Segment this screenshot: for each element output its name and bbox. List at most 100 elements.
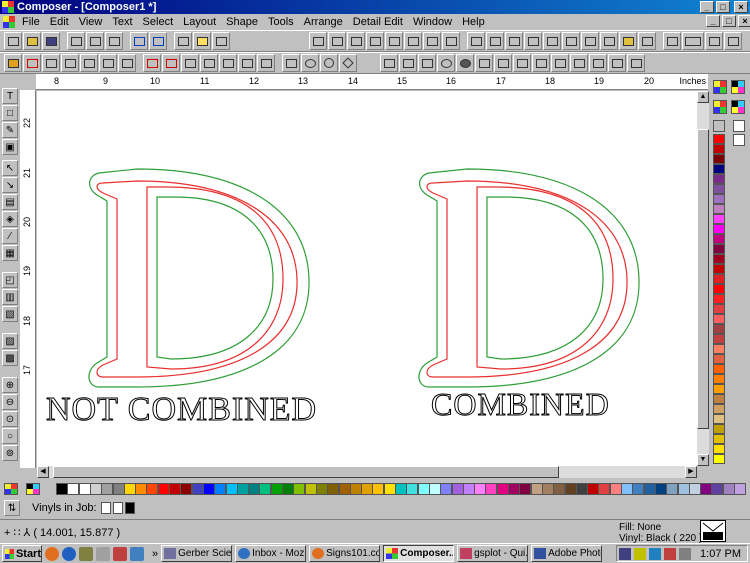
transform-button[interactable] <box>486 32 504 50</box>
align-top-button[interactable] <box>366 32 384 50</box>
palette-swatch[interactable] <box>417 483 430 495</box>
printer-tray-icon[interactable] <box>679 547 692 560</box>
vinyl-swatch[interactable] <box>112 502 123 514</box>
palette-swatch[interactable] <box>722 483 735 495</box>
horizontal-scroll-thumb[interactable] <box>53 466 559 478</box>
align-middle-button[interactable] <box>385 32 403 50</box>
minimize-button[interactable]: _ <box>700 1 714 13</box>
palette-swatch[interactable] <box>609 483 622 495</box>
palette-swatch[interactable] <box>270 483 283 495</box>
tools-shortcut-icon[interactable] <box>96 546 110 561</box>
palette-swatch[interactable] <box>713 134 725 144</box>
palette-swatch[interactable] <box>713 354 725 364</box>
doc-close-button[interactable]: × <box>738 15 750 27</box>
taskbar-item-signs101[interactable]: Signs101.co... <box>309 545 381 562</box>
target-button[interactable] <box>437 54 455 72</box>
bottom-palette-cmyk-icon[interactable] <box>26 483 40 495</box>
zoom-in-tool[interactable]: ⊕ <box>2 377 18 393</box>
palette-swatch[interactable] <box>713 304 725 314</box>
paste-button[interactable] <box>105 32 123 50</box>
redo-button[interactable] <box>149 32 167 50</box>
palette-swatch[interactable] <box>713 374 725 384</box>
effect-7-button[interactable] <box>532 54 550 72</box>
line-thick-button[interactable] <box>705 32 723 50</box>
text-tool[interactable]: T <box>2 88 18 104</box>
palette-swatch[interactable] <box>713 364 725 374</box>
left-d-inner-outline[interactable] <box>96 180 298 378</box>
record-button[interactable] <box>456 54 474 72</box>
palette-swatch[interactable] <box>383 483 396 495</box>
palette-swatch[interactable] <box>225 483 238 495</box>
caption-not-combined[interactable]: NOT COMBINED <box>45 391 317 429</box>
rotate-button[interactable] <box>505 32 523 50</box>
palette-swatch[interactable] <box>713 434 725 444</box>
texture-tool[interactable]: ▦ <box>2 245 18 261</box>
palette-swatch[interactable] <box>734 483 746 495</box>
effect-12-button[interactable] <box>627 54 645 72</box>
vertical-scrollbar[interactable]: ▲ ▼ <box>697 91 709 466</box>
taskbar-item-photoshop[interactable]: Adobe Photo... <box>531 545 603 562</box>
taskbar-item-gerber[interactable]: Gerber Scien... <box>161 545 233 562</box>
palette-swatch[interactable] <box>713 264 725 274</box>
no-fill-button[interactable] <box>23 54 41 72</box>
delete-button[interactable] <box>162 54 180 72</box>
page-tool[interactable]: ▤ <box>2 194 18 210</box>
caption-combined[interactable]: COMBINED <box>431 386 610 423</box>
vinyl-swatch[interactable] <box>124 502 135 514</box>
horizontal-scrollbar[interactable]: ◀ ▶ <box>37 466 697 478</box>
palette-swatch[interactable] <box>713 164 725 174</box>
line-medium-button[interactable] <box>682 32 704 50</box>
palette-swatch[interactable] <box>327 483 340 495</box>
menu-detail-edit[interactable]: Detail Edit <box>348 16 408 28</box>
shadow-button[interactable] <box>99 54 117 72</box>
palette-swatch[interactable] <box>259 483 272 495</box>
menu-text[interactable]: Text <box>107 16 137 28</box>
palette-swatch[interactable] <box>451 483 464 495</box>
security-icon[interactable] <box>649 547 662 560</box>
menu-file[interactable]: File <box>17 16 45 28</box>
palette-swatch[interactable] <box>713 384 725 394</box>
stripes-button[interactable] <box>238 54 256 72</box>
update-icon[interactable] <box>664 547 677 560</box>
palette-process-icon[interactable] <box>731 100 745 114</box>
palette-swatch[interactable] <box>713 404 725 414</box>
app-shortcut-icon[interactable] <box>113 546 127 561</box>
palette-swatch[interactable] <box>587 483 600 495</box>
scroll-down-button[interactable]: ▼ <box>697 454 709 466</box>
distribute-button[interactable] <box>423 32 441 50</box>
pen-tool-button[interactable] <box>143 54 161 72</box>
zoom-page-tool[interactable]: ○ <box>2 428 18 444</box>
effect-2-button[interactable] <box>399 54 417 72</box>
palette-swatch[interactable] <box>713 334 725 344</box>
ellipse-tool-button[interactable] <box>301 54 319 72</box>
effect-11-button[interactable] <box>608 54 626 72</box>
palette-swatch[interactable] <box>338 483 351 495</box>
menu-help[interactable]: Help <box>457 16 490 28</box>
save-button[interactable] <box>42 32 60 50</box>
palette-swatch[interactable] <box>293 483 306 495</box>
palette-swatch[interactable] <box>713 194 725 204</box>
vinyl-swap-icon[interactable]: ⇅ <box>4 500 20 516</box>
palette-swatch[interactable] <box>713 324 725 334</box>
effect-6-button[interactable] <box>513 54 531 72</box>
effect-1-button[interactable] <box>380 54 398 72</box>
palette-swatch[interactable] <box>564 483 577 495</box>
undo-button[interactable] <box>130 32 148 50</box>
palette-swatch[interactable] <box>349 483 362 495</box>
align-left-button[interactable] <box>309 32 327 50</box>
zoom-out-tool[interactable]: ⊖ <box>2 394 18 410</box>
frame-tool[interactable]: □ <box>2 105 18 121</box>
scroll-left-button[interactable]: ◀ <box>37 466 49 478</box>
texture-button[interactable] <box>257 54 275 72</box>
palette-swatch[interactable] <box>474 483 487 495</box>
palette-swatch[interactable] <box>711 483 724 495</box>
palette-swatch[interactable] <box>169 483 181 495</box>
palette-swatch[interactable] <box>214 483 227 495</box>
palette-swatch[interactable] <box>101 483 114 495</box>
palette-swatch[interactable] <box>677 483 690 495</box>
palette-swatch[interactable] <box>688 483 701 495</box>
dots-button[interactable] <box>219 54 237 72</box>
clock[interactable]: 1:07 PM <box>700 548 741 560</box>
polygon-tool-button[interactable] <box>339 54 357 72</box>
taskbar-item-gsplot[interactable]: gsplot - Qui... <box>457 545 529 562</box>
